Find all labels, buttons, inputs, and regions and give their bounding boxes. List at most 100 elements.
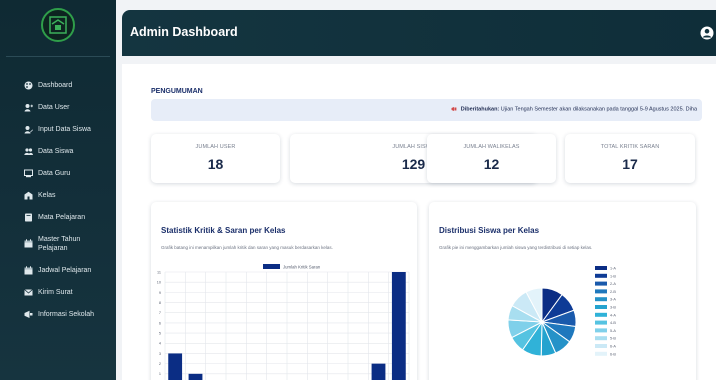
legend-label: 4-A — [610, 313, 616, 317]
legend-label: 5-B — [610, 337, 616, 341]
bar-chart-card: Statistik Kritik & Saran per Kelas Grafi… — [151, 202, 417, 380]
bar-6-A[interactable] — [371, 363, 386, 380]
stat-label: JUMLAH USER — [195, 144, 236, 150]
page-title: Admin Dashboard — [130, 25, 238, 39]
legend-swatch — [595, 320, 607, 325]
legend-swatch — [595, 297, 607, 302]
y-tick-label: 8 — [159, 301, 161, 305]
users-icon — [24, 147, 33, 155]
sidebar-item-input-data-siswa[interactable]: Input Data Siswa — [0, 118, 116, 140]
legend-label: 6-A — [610, 345, 616, 349]
sidebar-item-label: Input Data Siswa — [38, 125, 91, 133]
megaphone-icon — [451, 107, 457, 111]
legend-swatch — [595, 351, 607, 356]
stat-value: 18 — [207, 156, 224, 172]
calendar-icon — [24, 265, 33, 274]
legend-label: 3-B — [610, 306, 616, 310]
announcement-marquee: Diberitahukan: Ujian Tengah Semester aka… — [151, 99, 702, 121]
stat-value: 12 — [483, 156, 500, 172]
announcement-text: Diberitahukan: Ujian Tengah Semester aka… — [451, 106, 697, 112]
legend-swatch — [595, 344, 607, 348]
sidebar-item-label: Dashboard — [38, 81, 73, 89]
legend-label: 2-A — [610, 282, 616, 286]
main-content: PENGUMUMAN Diberitahukan: Ujian Tengah S… — [122, 64, 716, 380]
y-tick-label: 11 — [157, 270, 161, 274]
legend-swatch — [595, 266, 607, 270]
stat-label: JUMLAH WALIKELAS — [463, 144, 520, 150]
sidebar-item-mata-pelajaran[interactable]: Mata Pelajaran — [0, 206, 116, 228]
announcement-label: Diberitahukan: — [460, 106, 500, 113]
legend-label: 3-A — [610, 298, 616, 302]
announcement-body: Ujian Tengah Semester akan dilaksanakan … — [500, 106, 697, 113]
legend-label: 4-B — [610, 321, 616, 325]
bar-chart: Jumlah Kritik Saran012345678910111-A1-B2… — [157, 264, 410, 380]
sidebar-item-label: Kirim Surat — [38, 288, 73, 296]
sidebar-item-data-siswa[interactable]: Data Siswa — [0, 140, 116, 162]
y-tick-label: 1 — [159, 372, 161, 376]
sidebar-item-label: Master Tahun Pelajaran — [38, 235, 81, 252]
bar-1-B[interactable] — [188, 373, 203, 380]
legend-label: Jumlah Kritik Saran — [283, 265, 321, 270]
legend-swatch — [595, 273, 607, 278]
user-plus-icon — [24, 103, 33, 111]
bar-6-B[interactable] — [391, 272, 406, 380]
sidebar-item-master-tahun-pelajaran[interactable]: Master Tahun Pelajaran — [0, 228, 116, 259]
legend-swatch — [595, 305, 607, 309]
bar-1-A[interactable] — [168, 353, 183, 380]
y-tick-label: 10 — [157, 281, 161, 285]
sidebar-item-kelas[interactable]: Kelas — [0, 184, 116, 206]
legend-label: 5-A — [610, 329, 616, 333]
pie-chart-card: Distribusi Siswa per Kelas Grafik pie in… — [429, 202, 696, 380]
envelope-icon — [24, 288, 33, 295]
book-icon — [25, 213, 32, 221]
pie-chart: 1-A 1-B 2-A 2-B 3-A 3-B 4-A 4-B 5-A 5-B 6-A 6-B — [507, 266, 616, 357]
y-tick-label: 9 — [159, 291, 161, 295]
chalkboard-icon — [24, 169, 33, 177]
top-header: Admin Dashboard — [122, 10, 716, 56]
y-tick-label: 6 — [159, 321, 161, 325]
y-tick-label: 3 — [159, 352, 161, 356]
stat-card-kritik-saran: TOTAL KRITIK SARAN 17 — [565, 134, 695, 183]
sidebar-item-label: Mata Pelajaran — [38, 213, 86, 221]
announcement-title: PENGUMUMAN — [151, 88, 203, 95]
school-logo-icon — [49, 16, 67, 34]
legend-label: 1-A — [610, 267, 616, 271]
sidebar-item-label: Informasi Sekolah — [38, 310, 95, 318]
legend-label: 2-B — [610, 290, 616, 294]
y-tick-label: 4 — [159, 342, 161, 346]
user-edit-icon — [24, 125, 33, 133]
legend-swatch — [595, 289, 607, 294]
sidebar-item-data-guru[interactable]: Data Guru — [0, 162, 116, 184]
bullhorn-icon — [24, 310, 33, 318]
stat-card-walikelas: JUMLAH WALIKELAS 12 — [427, 134, 556, 183]
legend-swatch — [263, 264, 280, 269]
calendar-icon — [24, 239, 33, 248]
stat-label: TOTAL KRITIK SARAN — [600, 144, 660, 150]
sidebar-divider — [6, 56, 110, 57]
sidebar-item-kirim-surat[interactable]: Kirim Surat — [0, 281, 116, 303]
legend-swatch — [595, 281, 607, 286]
palette-icon — [24, 81, 33, 89]
sidebar-item-jadwal-pelajaran[interactable]: Jadwal Pelajaran — [0, 259, 116, 281]
sidebar-item-data-user[interactable]: Data User — [0, 96, 116, 118]
school-logo[interactable] — [41, 8, 75, 42]
legend-label: 6-B — [610, 352, 616, 356]
y-tick-label: 5 — [159, 331, 161, 335]
stat-value: 17 — [622, 156, 638, 172]
legend-swatch — [595, 328, 607, 333]
legend-swatch — [595, 312, 607, 317]
sidebar-item-label: Jadwal Pelajaran — [38, 266, 92, 274]
school-icon — [24, 191, 33, 199]
legend-label: 1-B — [610, 274, 616, 278]
y-tick-label: 7 — [159, 311, 161, 315]
user-account-icon[interactable] — [700, 26, 714, 40]
sidebar-item-label: Data User — [38, 103, 70, 111]
legend-swatch — [595, 336, 607, 341]
sidebar-item-informasi-sekolah[interactable]: Informasi Sekolah — [0, 303, 116, 325]
sidebar-item-label: Kelas — [38, 191, 56, 199]
sidebar: Dashboard Data User Input Data Siswa Data S… — [0, 0, 116, 380]
sidebar-item-label: Data Siswa — [38, 147, 74, 155]
sidebar-nav: Dashboard Data User Input Data Siswa Data S… — [0, 74, 116, 325]
y-tick-label: 2 — [159, 362, 161, 366]
sidebar-item-dashboard[interactable]: Dashboard — [0, 74, 116, 96]
